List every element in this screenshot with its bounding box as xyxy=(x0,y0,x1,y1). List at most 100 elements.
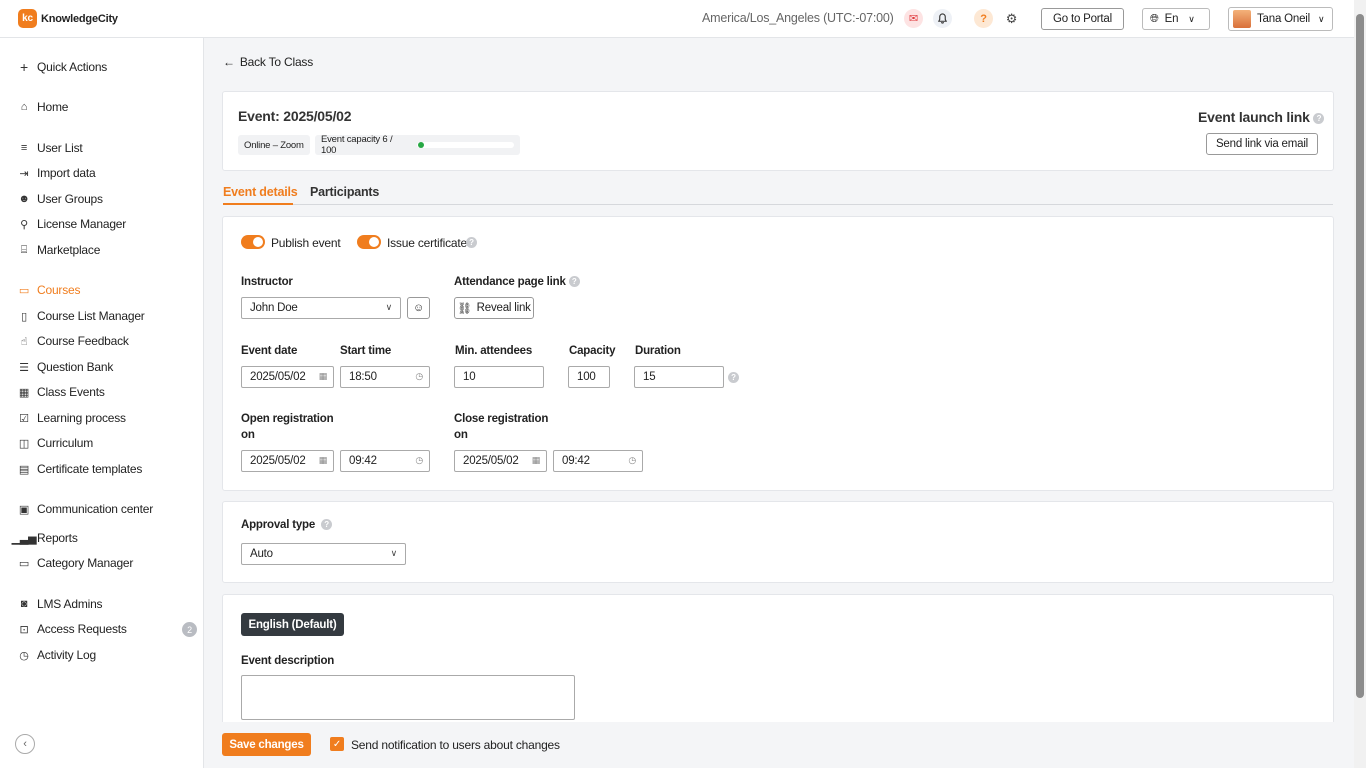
user-name: Tana Oneil xyxy=(1257,13,1310,25)
capacity-input[interactable]: 100 xyxy=(568,366,610,388)
sidebar-item-course-list-manager[interactable]: ▯ Course List Manager xyxy=(18,309,145,323)
sidebar-item-communication-center[interactable]: ▣ Communication center xyxy=(18,502,153,516)
sidebar-item-import-data[interactable]: ⇥ Import data xyxy=(18,166,96,180)
sidebar-item-label: Class Events xyxy=(37,385,105,399)
event-date-input[interactable]: 2025/05/02 ▦ xyxy=(241,366,334,388)
issue-certificate-label: Issue certificate xyxy=(387,236,467,250)
help-icon[interactable]: ? xyxy=(321,519,333,531)
event-description-label: Event description xyxy=(241,655,335,667)
sidebar-item-label: Marketplace xyxy=(37,243,101,257)
help-icon[interactable]: ? xyxy=(466,237,477,248)
sidebar-item-reports[interactable]: ▁▃▅ Reports xyxy=(12,531,78,545)
sidebar-item-question-bank[interactable]: ☰ Question Bank xyxy=(18,360,113,374)
approval-type-label: Approval type ? xyxy=(241,519,333,531)
reveal-link-label: Reveal link xyxy=(476,302,531,314)
sidebar-item-access-requests[interactable]: ⊡ Access Requests xyxy=(18,622,126,636)
sidebar-item-learning-process[interactable]: ☑ Learning process xyxy=(18,411,126,425)
start-time-input[interactable]: 18:50 ◷ xyxy=(340,366,430,388)
capacity-field-label: Capacity xyxy=(569,345,616,357)
sidebar-item-curriculum[interactable]: ◫ Curriculum xyxy=(18,436,93,450)
top-bar: kc KnowledgeCity America/Los_Angeles (UT… xyxy=(0,0,1354,38)
arrow-left-icon: ← xyxy=(223,55,235,69)
capacity-label: Event capacity 6 / 100 xyxy=(321,134,393,156)
sidebar-item-class-events[interactable]: ▦ Class Events xyxy=(18,385,105,399)
open-registration-date-value: 2025/05/02 xyxy=(250,455,306,467)
duration-input[interactable]: 15 xyxy=(634,366,724,388)
sidebar-item-category-manager[interactable]: ▭ Category Manager xyxy=(18,556,133,570)
chevron-down-icon: ∨ xyxy=(1188,13,1195,24)
close-registration-time-input[interactable]: 09:42 ◷ xyxy=(553,450,643,472)
certificate-icon: ▤ xyxy=(18,463,30,476)
sidebar-item-label: Learning process xyxy=(37,411,126,425)
language-tab-english[interactable]: English (Default) xyxy=(241,613,344,636)
sidebar-item-label: Category Manager xyxy=(37,556,134,570)
close-registration-date-input[interactable]: 2025/05/02 ▦ xyxy=(454,450,547,472)
bell-icon[interactable] xyxy=(933,9,952,28)
sidebar-item-quick-actions[interactable]: + Quick Actions xyxy=(18,59,107,75)
plus-icon: + xyxy=(20,59,28,75)
sidebar-item-license-manager[interactable]: ⚲ License Manager xyxy=(18,217,126,231)
sidebar-item-activity-log[interactable]: ◷ Activity Log xyxy=(18,648,96,662)
approval-type-text: Approval type xyxy=(241,519,316,531)
store-icon: ⌸ xyxy=(20,243,28,256)
chevron-down-icon: ∨ xyxy=(390,548,398,558)
sidebar-item-certificate-templates[interactable]: ▤ Certificate templates xyxy=(18,462,142,476)
open-registration-date-input[interactable]: 2025/05/02 ▦ xyxy=(241,450,334,472)
approval-type-select[interactable]: Auto ∨ xyxy=(241,543,406,565)
sidebar-item-user-list[interactable]: ≡ User List xyxy=(18,141,83,155)
thumbs-up-icon: ☝ xyxy=(20,335,28,348)
sidebar-item-label: Reports xyxy=(37,531,78,545)
open-registration-label-line2: on xyxy=(241,429,255,441)
tab-participants[interactable]: Participants xyxy=(310,185,379,199)
tab-event-details[interactable]: Event details xyxy=(223,185,298,199)
reveal-link-button[interactable]: ⛓︎ Reveal link xyxy=(454,297,534,319)
user-menu[interactable]: Tana Oneil ∨ xyxy=(1228,7,1333,31)
add-instructor-button[interactable]: ☺ xyxy=(407,297,430,319)
send-notification-checkbox[interactable]: ✓ xyxy=(330,737,344,751)
help-icon[interactable]: ? xyxy=(974,9,993,28)
sidebar-item-course-feedback[interactable]: ☝ Course Feedback xyxy=(18,334,129,348)
event-header-card xyxy=(222,91,1334,171)
sidebar-item-label: Course Feedback xyxy=(37,334,129,348)
sidebar-item-label: User Groups xyxy=(37,192,103,206)
logo[interactable]: kc KnowledgeCity xyxy=(18,9,118,28)
sidebar-item-user-groups[interactable]: ☻ User Groups xyxy=(18,192,103,206)
event-description-textarea[interactable] xyxy=(241,675,575,720)
send-link-button[interactable]: Send link via email xyxy=(1206,133,1318,155)
sidebar-item-lms-admins[interactable]: ◙ LMS Admins xyxy=(18,597,103,611)
sidebar-item-label: Import data xyxy=(37,166,96,180)
sidebar-item-marketplace[interactable]: ⌸ Marketplace xyxy=(18,243,101,257)
publish-event-label: Publish event xyxy=(271,236,341,250)
clock-icon: ◷ xyxy=(19,649,29,662)
min-attendees-input[interactable]: 10 xyxy=(454,366,544,388)
language-select[interactable]: 🌐︎ En ∨ xyxy=(1142,8,1210,30)
link-icon: ⛓︎ xyxy=(457,303,472,315)
duration-label: Duration xyxy=(635,345,681,357)
collapse-sidebar-button[interactable]: ‹ xyxy=(15,734,35,754)
open-registration-time-input[interactable]: 09:42 ◷ xyxy=(340,450,430,472)
launch-link-title: Event launch link ? xyxy=(1198,109,1325,125)
help-icon[interactable]: ? xyxy=(1313,112,1325,124)
sidebar-item-label: Home xyxy=(37,100,69,114)
sidebar-item-label: Communication center xyxy=(37,502,154,516)
back-to-class-link[interactable]: ← Back To Class xyxy=(223,55,313,69)
instructor-label: Instructor xyxy=(241,276,293,288)
document-icon: ▯ xyxy=(21,310,27,323)
sidebar-item-courses[interactable]: ▭ Courses xyxy=(18,283,81,297)
issue-certificate-toggle[interactable] xyxy=(357,235,381,249)
close-registration-label-line2: on xyxy=(454,429,468,441)
timezone-label: America/Los_Angeles (UTC:-07:00) xyxy=(702,11,894,25)
gear-icon[interactable]: ⚙ xyxy=(1002,9,1021,28)
publish-event-toggle[interactable] xyxy=(241,235,265,249)
help-icon[interactable]: ? xyxy=(728,372,739,383)
calendar-icon: ▦ xyxy=(18,386,30,399)
scrollbar-thumb[interactable] xyxy=(1356,14,1364,698)
start-time-label: Start time xyxy=(340,345,392,357)
notifications-icon[interactable]: ✉ xyxy=(904,9,923,28)
page-scrollbar[interactable] xyxy=(1354,0,1366,768)
help-icon[interactable]: ? xyxy=(568,276,580,288)
go-to-portal-button[interactable]: Go to Portal xyxy=(1041,8,1124,30)
save-changes-button[interactable]: Save changes xyxy=(222,733,311,756)
sidebar-item-home[interactable]: ⌂ Home xyxy=(18,100,69,114)
instructor-select[interactable]: John Doe ∨ xyxy=(241,297,401,319)
